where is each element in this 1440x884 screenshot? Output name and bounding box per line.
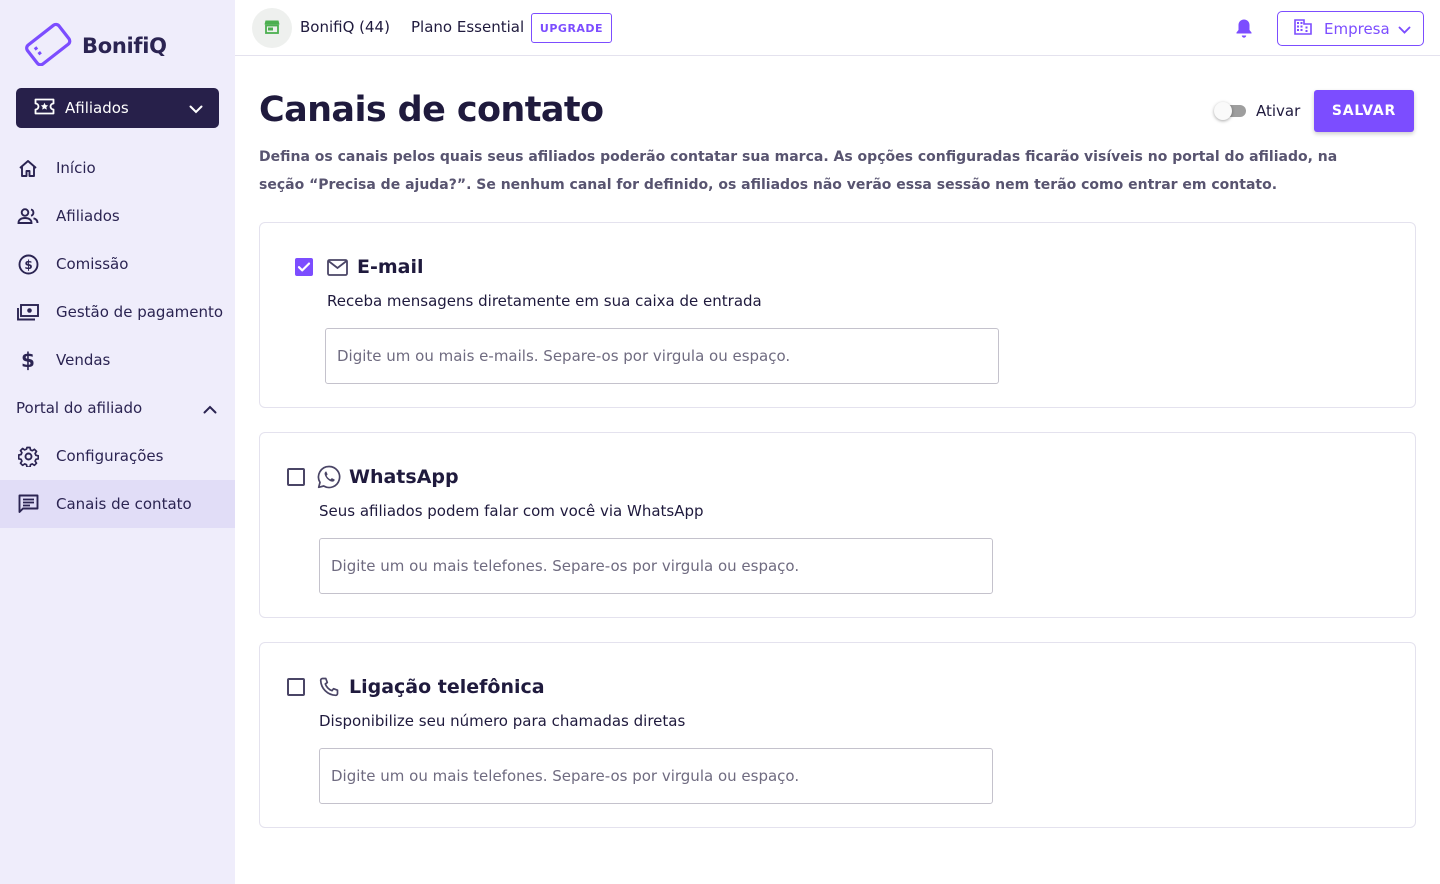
page-description: Defina os canais pelos quais seus afilia… — [259, 149, 1338, 193]
sidebar-item-label: Comissão — [56, 255, 129, 273]
ticket-icon — [34, 98, 55, 119]
email-input[interactable] — [325, 328, 999, 384]
channel-card-phone: Ligação telefônica Disponibilize seu núm… — [259, 642, 1416, 828]
sidebar-item-canais-contato[interactable]: Canais de contato — [0, 480, 235, 528]
chevron-up-icon — [203, 399, 217, 418]
channel-description: Disponibilize seu número para chamadas d… — [319, 712, 686, 730]
toggle-thumb — [1214, 102, 1232, 120]
channel-title: WhatsApp — [349, 466, 459, 488]
page-title: Canais de contato — [259, 90, 604, 130]
upgrade-button[interactable]: UPGRADE — [531, 13, 612, 43]
sidebar-item-afiliados[interactable]: Afiliados — [0, 192, 235, 240]
store-icon — [264, 19, 280, 38]
sidebar-item-label: Gestão de pagamento — [56, 303, 224, 321]
phone-input[interactable] — [319, 748, 993, 804]
bell-icon[interactable] — [1235, 18, 1253, 43]
toggle-switch[interactable] — [1214, 102, 1246, 120]
sidebar-item-gestao-pagamento[interactable]: Gestão de pagamento — [0, 288, 235, 336]
sidebar-item-comissao[interactable]: $ Comissão — [0, 240, 235, 288]
building-icon — [1294, 18, 1312, 39]
sidebar-item-label: Início — [56, 159, 96, 177]
check-icon — [297, 260, 311, 274]
gear-icon — [17, 445, 39, 467]
email-checkbox[interactable] — [295, 258, 313, 276]
channel-description: Receba mensagens diretamente em sua caix… — [327, 292, 762, 310]
program-selector[interactable]: Afiliados — [16, 88, 219, 128]
sidebar-item-label: Vendas — [56, 351, 111, 369]
whatsapp-input[interactable] — [319, 538, 993, 594]
channel-card-email: E-mail Receba mensagens diretamente em s… — [259, 222, 1416, 408]
chevron-down-icon — [189, 99, 203, 118]
sidebar-item-label: Canais de contato — [56, 495, 192, 513]
dollar-circle-icon: $ — [17, 253, 39, 275]
whatsapp-icon — [317, 465, 341, 493]
bonifiq-logo-icon — [22, 22, 76, 70]
sidebar-item-inicio[interactable]: Início — [0, 144, 235, 192]
sidebar-item-vendas[interactable]: $ Vendas — [0, 336, 235, 384]
channel-title: Ligação telefônica — [349, 676, 545, 698]
payments-icon — [17, 301, 39, 323]
sidebar-section-label: Portal do afiliado — [16, 399, 143, 417]
sidebar: BonifiQ Afiliados Início Afiliados $ Com… — [0, 0, 235, 884]
dollar-icon: $ — [17, 349, 39, 371]
top-bar: BonifiQ (44) Plano Essential UPGRADE Emp… — [235, 0, 1440, 56]
whatsapp-checkbox[interactable] — [287, 468, 305, 486]
company-selector[interactable]: Empresa — [1277, 11, 1424, 46]
store-name[interactable]: BonifiQ (44) — [300, 18, 390, 36]
sidebar-nav: Início Afiliados $ Comissão Gestão de pa… — [0, 144, 235, 528]
brand-name: BonifiQ — [82, 34, 167, 58]
svg-text:$: $ — [21, 349, 35, 371]
phone-checkbox[interactable] — [287, 678, 305, 696]
chevron-down-icon — [1398, 19, 1411, 38]
activate-toggle[interactable]: Ativar — [1214, 102, 1301, 120]
chat-icon — [17, 493, 39, 515]
store-avatar[interactable] — [252, 8, 292, 48]
sidebar-item-label: Configurações — [56, 447, 164, 465]
plan-name: Plano Essential — [411, 18, 525, 36]
company-selector-label: Empresa — [1324, 19, 1390, 38]
channel-card-whatsapp: WhatsApp Seus afiliados podem falar com … — [259, 432, 1416, 618]
mail-icon — [327, 259, 348, 280]
program-selector-label: Afiliados — [65, 99, 129, 117]
people-icon — [17, 205, 39, 227]
channel-title: E-mail — [357, 256, 424, 278]
channel-description: Seus afiliados podem falar com você via … — [319, 502, 704, 520]
sidebar-item-label: Afiliados — [56, 207, 120, 225]
phone-icon — [319, 677, 339, 701]
brand-logo[interactable]: BonifiQ — [22, 22, 167, 70]
sidebar-item-configuracoes[interactable]: Configurações — [0, 432, 235, 480]
toggle-label: Ativar — [1256, 102, 1301, 120]
sidebar-section-portal-afiliado[interactable]: Portal do afiliado — [0, 384, 235, 432]
save-button[interactable]: SALVAR — [1314, 90, 1414, 132]
home-icon — [17, 157, 39, 179]
svg-text:$: $ — [24, 258, 32, 272]
